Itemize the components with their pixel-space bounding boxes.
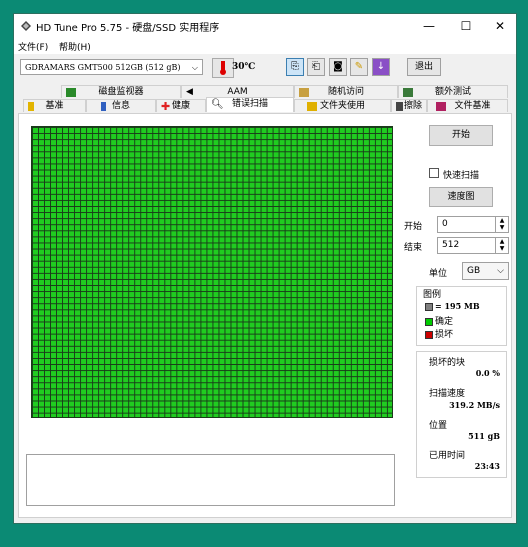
tab-row-bottom: 基准 信息 ✚ 健康 🔍︎ 错误扫描 文件夹使用 擦除 文件基准 [14, 97, 516, 112]
download-icon[interactable]: ↓ [372, 58, 390, 76]
damaged-blocks-value: 0.0 % [475, 368, 500, 378]
tab-erase[interactable]: 擦除 [391, 99, 427, 112]
unit-select[interactable]: GB ⌵ [462, 262, 509, 280]
tab-extra-tests-label: 额外测试 [434, 87, 471, 97]
legend-group: 图例 = 195 MB 确定 损坏 [416, 286, 507, 346]
scan-block-grid [31, 126, 393, 418]
temperature-unit: ℃ [244, 62, 256, 72]
tab-error-scan-label: 错误扫描 [231, 99, 268, 109]
bad-swatch-icon [425, 330, 433, 339]
elapsed-time-value: 23:43 [474, 461, 500, 471]
unit-select-value: GB [467, 266, 481, 276]
end-position-input[interactable]: 512 ▲ ▼ [437, 237, 509, 254]
legend-ok-label: 确定 [435, 317, 454, 327]
menu-file[interactable]: 文件(F) [18, 40, 48, 53]
tab-benchmark[interactable]: 基准 [23, 99, 86, 112]
scan-speed-label: 扫描速度 [429, 389, 466, 399]
exit-button[interactable]: 退出 [407, 58, 441, 76]
quick-scan-checkbox[interactable] [429, 168, 439, 178]
drive-select[interactable]: GDRAMARS GMT500 512GB (512 gB) ⌵ [20, 59, 203, 75]
app-logo-icon [21, 21, 31, 31]
tab-error-scan[interactable]: 🔍︎ 错误扫描 [206, 97, 294, 112]
tab-random-access[interactable]: 随机访问 [294, 85, 398, 98]
legend-block-text: = 195 MB [435, 301, 480, 311]
start-position-value: 0 [442, 219, 448, 229]
minimize-button[interactable]: — [412, 14, 446, 38]
tab-info[interactable]: 信息 [86, 99, 156, 112]
quick-scan-label: 快速扫描 [443, 171, 480, 181]
spinner-arrows-icon[interactable]: ▲ ▼ [495, 238, 508, 253]
tab-health[interactable]: ✚ 健康 [156, 99, 206, 112]
title-bar: HD Tune Pro 5.75 - 硬盘/SSD 实用程序 — ☐ ✕ [14, 14, 516, 38]
legend-title: 图例 [423, 287, 442, 300]
speed-map-button[interactable]: 速度图 [429, 187, 493, 207]
elapsed-time-label: 已用时间 [429, 451, 466, 461]
legend-bad-label: 损坏 [435, 330, 454, 340]
end-position-value: 512 [442, 240, 460, 250]
close-button[interactable]: ✕ [483, 14, 517, 38]
chevron-down-icon: ⌵ [497, 266, 504, 276]
block-swatch-icon [425, 302, 433, 311]
start-button[interactable]: 开始 [429, 125, 493, 146]
tab-benchmark-label: 基准 [45, 101, 64, 111]
position-value: 511 gB [468, 431, 500, 441]
chevron-down-icon: ⌵ [191, 63, 198, 72]
tab-erase-label: 擦除 [403, 101, 422, 111]
temperature-value: 30 [232, 62, 245, 72]
menu-bar: 文件(F) 帮助(H) [14, 38, 516, 54]
scan-speed-value: 319.2 MB/s [449, 400, 500, 410]
tab-disk-monitor-label: 磁盘监视器 [98, 87, 144, 97]
camera-icon[interactable]: ◙ [329, 58, 347, 76]
options-icon[interactable]: ✎ [350, 58, 368, 76]
damaged-blocks-label: 损坏的块 [429, 358, 466, 368]
spinner-arrows-icon[interactable]: ▲ ▼ [495, 217, 508, 232]
toolbar: GDRAMARS GMT500 512GB (512 gB) ⌵ 30℃ ⎘ ⎗… [14, 54, 516, 82]
drive-select-value: GDRAMARS GMT500 512GB (512 gB) [25, 63, 181, 72]
error-scan-panel: 开始 快速扫描 速度图 开始 0 ▲ ▼ 结束 512 ▲ ▼ 单位 GB ⌵ 图例… [18, 113, 512, 518]
app-window: HD Tune Pro 5.75 - 硬盘/SSD 实用程序 — ☐ ✕ 文件(… [13, 13, 517, 524]
tab-disk-monitor[interactable]: 磁盘监视器 [61, 85, 181, 98]
tab-folder-usage-label: 文件夹使用 [319, 101, 365, 111]
menu-help[interactable]: 帮助(H) [59, 40, 91, 53]
end-position-label: 结束 [404, 243, 423, 253]
scan-stats-group: 损坏的块 0.0 % 扫描速度 319.2 MB/s 位置 511 gB 已用时… [416, 351, 507, 478]
ok-swatch-icon [425, 317, 433, 326]
unit-label: 单位 [429, 269, 448, 279]
tab-file-benchmark[interactable]: 文件基准 [427, 99, 508, 112]
tab-health-label: 健康 [171, 101, 190, 111]
thermometer-icon [212, 58, 234, 78]
legend-bad: 损坏 [425, 327, 453, 340]
legend-ok: 确定 [425, 314, 453, 327]
scan-log-box [26, 454, 395, 506]
start-position-label: 开始 [404, 222, 423, 232]
maximize-button[interactable]: ☐ [449, 14, 483, 38]
copy-text-icon[interactable]: ⎘ [286, 58, 304, 76]
legend-block-size: = 195 MB [425, 301, 480, 312]
start-position-input[interactable]: 0 ▲ ▼ [437, 216, 509, 233]
tab-extra-tests[interactable]: 额外测试 [398, 85, 508, 98]
copy-info-icon[interactable]: ⎗ [307, 58, 325, 76]
tab-file-benchmark-label: 文件基准 [454, 101, 491, 111]
temperature-readout: 30℃ [232, 62, 255, 72]
position-label: 位置 [429, 421, 448, 431]
tab-folder-usage[interactable]: 文件夹使用 [294, 99, 391, 112]
window-title: HD Tune Pro 5.75 - 硬盘/SSD 实用程序 [36, 23, 220, 34]
tab-info-label: 信息 [111, 101, 130, 111]
tab-random-access-label: 随机访问 [327, 87, 364, 97]
